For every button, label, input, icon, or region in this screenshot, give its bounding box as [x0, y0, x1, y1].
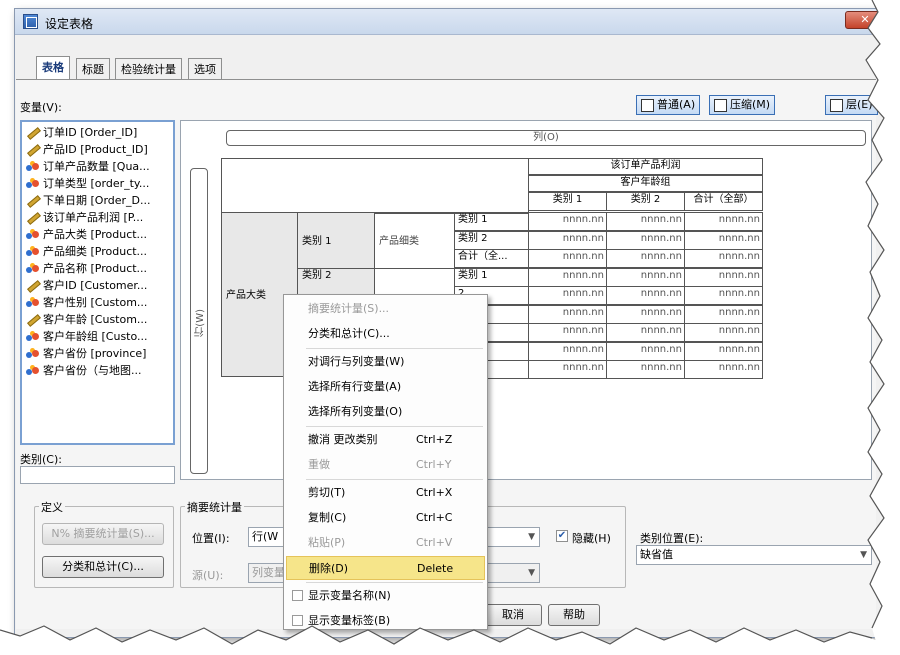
torn-edge-decoration: [0, 0, 900, 655]
